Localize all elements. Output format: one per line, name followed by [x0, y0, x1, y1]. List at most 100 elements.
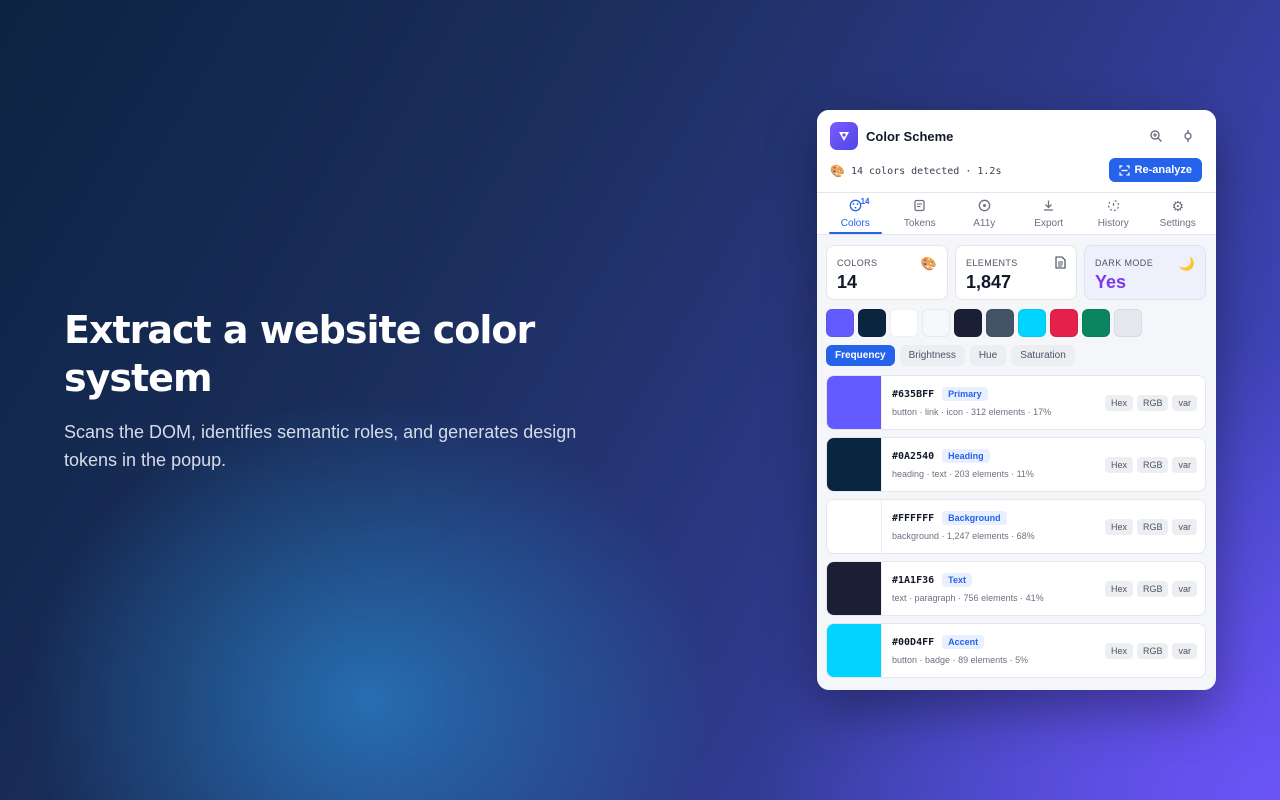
- sort-frequency[interactable]: Frequency: [826, 345, 895, 366]
- copy-var-button[interactable]: var: [1172, 643, 1197, 659]
- popup-header: Color Scheme 🎨 14 colors detected · 1.2s…: [817, 110, 1216, 193]
- stat-value: Yes: [1095, 272, 1127, 292]
- color-usage: button · link · icon · 312 elements · 17…: [892, 407, 1052, 417]
- role-badge: Primary: [942, 387, 988, 401]
- app-logo-icon: [830, 122, 858, 150]
- color-swatch[interactable]: [890, 309, 918, 337]
- color-hex: #00D4FF: [892, 636, 935, 648]
- copy-hex-button[interactable]: Hex: [1104, 581, 1133, 597]
- accessibility-icon: [978, 199, 991, 215]
- copy-rgb-button[interactable]: RGB: [1136, 457, 1169, 473]
- tab-tokens[interactable]: Tokens: [888, 193, 953, 234]
- role-badge: Background: [942, 511, 1007, 525]
- color-row[interactable]: #635BFF Primary button · link · icon · 3…: [826, 375, 1206, 430]
- swatch-strip: [826, 309, 1142, 337]
- tokens-icon: [913, 199, 926, 215]
- copy-rgb-button[interactable]: RGB: [1136, 581, 1169, 597]
- stat-label: ELEMENTS: [966, 258, 1018, 268]
- tab-settings[interactable]: ⚙ Settings: [1146, 193, 1211, 234]
- color-swatch[interactable]: [1050, 309, 1078, 337]
- tab-history[interactable]: History: [1081, 193, 1146, 234]
- zoom-icon[interactable]: [1147, 127, 1165, 145]
- eyedropper-icon[interactable]: [1179, 127, 1197, 145]
- gear-icon: ⚙: [1171, 197, 1185, 214]
- copy-var-button[interactable]: var: [1172, 457, 1197, 473]
- color-hex: #FFFFFF: [892, 512, 935, 524]
- role-badge: Text: [942, 573, 972, 587]
- copy-var-button[interactable]: var: [1172, 395, 1197, 411]
- reanalyze-button[interactable]: Re-analyze: [1108, 158, 1202, 182]
- color-row[interactable]: #1A1F36 Text text · paragraph · 756 elem…: [826, 561, 1206, 616]
- color-swatch[interactable]: [1114, 309, 1142, 337]
- color-swatch[interactable]: [1082, 309, 1110, 337]
- color-row-swatch: [827, 376, 882, 429]
- color-row-swatch: [827, 562, 882, 615]
- reanalyze-label: Re-analyze: [1134, 164, 1192, 176]
- color-hex: #1A1F36: [892, 574, 935, 586]
- color-row[interactable]: #00D4FF Accent button · badge · 89 eleme…: [826, 623, 1206, 678]
- sort-saturation[interactable]: Saturation: [1011, 345, 1075, 366]
- copy-rgb-button[interactable]: RGB: [1136, 643, 1169, 659]
- stat-dark-mode: DARK MODE Yes 🌙: [1084, 245, 1206, 300]
- tab-a11y[interactable]: A11y: [952, 193, 1017, 234]
- tab-label: Settings: [1159, 217, 1196, 229]
- hero: Extract a website color system Scans the…: [64, 306, 624, 474]
- sort-brightness[interactable]: Brightness: [899, 345, 965, 366]
- color-swatch[interactable]: [1018, 309, 1046, 337]
- stat-colors: COLORS 14 🎨: [826, 245, 948, 300]
- tab-bar: Colors 14 Tokens A11y Export History ⚙ S…: [817, 193, 1216, 235]
- color-swatch[interactable]: [826, 309, 854, 337]
- color-swatch[interactable]: [954, 309, 982, 337]
- tab-label: Tokens: [903, 217, 936, 229]
- tab-label: Export: [1034, 217, 1064, 229]
- hero-title: Extract a website color system: [64, 308, 535, 400]
- copy-var-button[interactable]: var: [1172, 581, 1197, 597]
- color-usage: background · 1,247 elements · 68%: [892, 531, 1035, 541]
- copy-rgb-button[interactable]: RGB: [1136, 395, 1169, 411]
- tab-export[interactable]: Export: [1017, 193, 1082, 234]
- copy-var-button[interactable]: var: [1172, 519, 1197, 535]
- document-icon: [1055, 256, 1066, 272]
- color-usage: heading · text · 203 elements · 11%: [892, 469, 1034, 479]
- color-row[interactable]: #0A2540 Heading heading · text · 203 ele…: [826, 437, 1206, 492]
- stat-value: 1,847: [966, 272, 1012, 292]
- color-usage: text · paragraph · 756 elements · 41%: [892, 593, 1044, 603]
- stat-elements: ELEMENTS 1,847: [955, 245, 1077, 300]
- color-usage: button · badge · 89 elements · 5%: [892, 655, 1029, 665]
- tab-colors[interactable]: Colors 14: [823, 193, 888, 234]
- extension-popup: Color Scheme 🎨 14 colors detected · 1.2s…: [817, 110, 1216, 690]
- popup-title: Color Scheme: [866, 129, 954, 144]
- color-swatch[interactable]: [922, 309, 950, 337]
- tab-label: History: [1097, 217, 1129, 229]
- color-row[interactable]: #FFFFFF Background background · 1,247 el…: [826, 499, 1206, 554]
- stats-row: COLORS 14 🎨 ELEMENTS 1,847 DARK MODE Yes…: [826, 245, 1206, 300]
- color-swatch[interactable]: [858, 309, 886, 337]
- sort-options: Frequency Brightness Hue Saturation: [826, 345, 1075, 366]
- palette-icon: 🎨: [830, 164, 845, 178]
- color-row-swatch: [827, 500, 882, 553]
- color-hex: #0A2540: [892, 450, 935, 462]
- color-list: #635BFF Primary button · link · icon · 3…: [826, 375, 1206, 685]
- sort-hue[interactable]: Hue: [969, 345, 1007, 366]
- hero-subtitle: Scans the DOM, identifies semantic roles…: [64, 422, 577, 470]
- tab-label: Colors: [840, 217, 870, 229]
- stat-value: 14: [837, 272, 858, 292]
- moon-icon: 🌙: [1178, 256, 1195, 271]
- colors-count-badge: 14: [860, 197, 870, 206]
- copy-hex-button[interactable]: Hex: [1104, 643, 1133, 659]
- copy-rgb-button[interactable]: RGB: [1136, 519, 1169, 535]
- tab-label: A11y: [973, 217, 996, 229]
- copy-hex-button[interactable]: Hex: [1104, 457, 1133, 473]
- copy-hex-button[interactable]: Hex: [1104, 519, 1133, 535]
- scan-icon: [1118, 164, 1130, 176]
- color-swatch[interactable]: [986, 309, 1014, 337]
- role-badge: Accent: [942, 635, 985, 649]
- download-icon: [1042, 199, 1055, 215]
- color-hex: #635BFF: [892, 388, 935, 400]
- history-icon: [1107, 199, 1120, 215]
- color-row-swatch: [827, 438, 882, 491]
- copy-hex-button[interactable]: Hex: [1104, 395, 1133, 411]
- palette-icon: 🎨: [920, 256, 937, 271]
- role-badge: Heading: [942, 449, 990, 463]
- status-text: 14 colors detected · 1.2s: [850, 165, 1002, 177]
